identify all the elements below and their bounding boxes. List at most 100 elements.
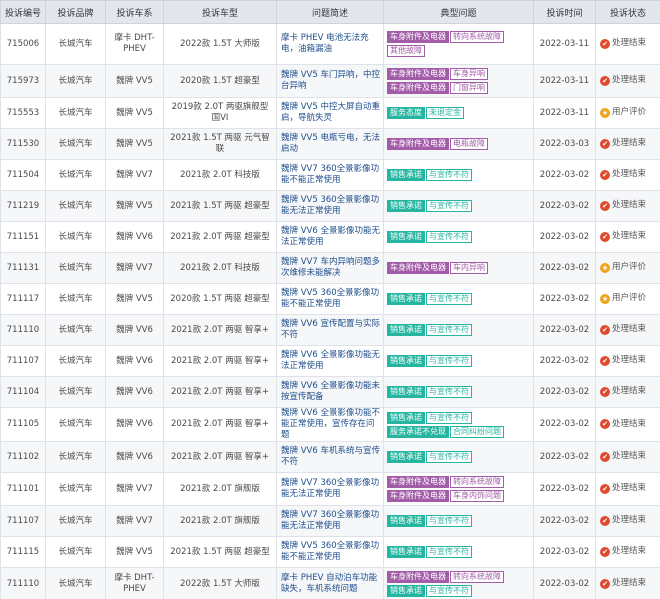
- problem-link[interactable]: 魏牌 VV5 360全景影像功能无法正常使用: [281, 195, 379, 216]
- issue-tag[interactable]: 与宣传不符: [426, 324, 472, 336]
- issue-tag[interactable]: 车内异响: [450, 262, 488, 274]
- table-row[interactable]: 711107 长城汽车 魏牌 VV6 2021款 2.0T 两驱 智享+ 魏牌 VV6 …: [0, 345, 660, 377]
- issue-tag[interactable]: 电瓶故障: [450, 138, 488, 150]
- issue-tag[interactable]: 销售承诺: [387, 411, 425, 424]
- table-row[interactable]: 711107 长城汽车 魏牌 VV7 2021款 2.0T 旗舰版 魏牌 VV7 360…: [0, 505, 660, 537]
- table-row[interactable]: 711104 长城汽车 魏牌 VV6 2021款 2.0T 两驱 智享+ 魏牌 VV6 …: [0, 376, 660, 408]
- table-row[interactable]: 711102 长城汽车 魏牌 VV6 2021款 2.0T 两驱 智享+ 魏牌 VV6 …: [0, 441, 660, 473]
- header-brand: 投诉品牌: [45, 0, 106, 24]
- issue-tag[interactable]: 销售承诺: [387, 515, 425, 527]
- issue-tag[interactable]: 合同纠纷问题: [450, 425, 504, 438]
- table-row[interactable]: 711530 长城汽车 魏牌 VV5 2021款 1.5T 两驱 元气智联 魏牌 VV5…: [0, 128, 660, 160]
- cell-date: 2022-03-02: [533, 314, 596, 346]
- status-text: 处理结束: [612, 138, 647, 148]
- issue-tag[interactable]: 车身附件及电器: [387, 82, 449, 94]
- problem-link[interactable]: 魏牌 VV7 360全景影像功能无法正常使用: [281, 478, 379, 499]
- issue-tag[interactable]: 销售承诺: [387, 293, 425, 305]
- issue-tag[interactable]: 与宣传不符: [426, 200, 472, 212]
- issue-tag[interactable]: 服务承诺不兑现: [387, 425, 449, 438]
- table-row[interactable]: 711117 长城汽车 魏牌 VV5 2020款 1.5T 两驱 超豪型 魏牌 VV5 …: [0, 283, 660, 315]
- cell-id: 711115: [0, 536, 46, 568]
- issue-tag[interactable]: 车身内饰问题: [450, 490, 504, 502]
- problem-link[interactable]: 摩卡 PHEV 自动泊车功能缺失，车机系统问题: [281, 573, 377, 594]
- problem-link[interactable]: 魏牌 VV7 360全景影像功能无法正常使用: [281, 510, 379, 531]
- problem-link[interactable]: 魏牌 VV6 车机系统与宣传不符: [281, 446, 380, 467]
- issue-tag[interactable]: 服务态度: [387, 107, 425, 119]
- cell-id: 711117: [0, 283, 46, 315]
- issue-tag[interactable]: 车身附件及电器: [387, 476, 449, 488]
- issue-tag[interactable]: 门窗异响: [450, 82, 488, 94]
- issue-tag[interactable]: 车身异响: [450, 68, 488, 80]
- problem-link[interactable]: 魏牌 VV5 中控大屏自动重启，导航失灵: [281, 102, 380, 123]
- issue-tag[interactable]: 销售承诺: [387, 386, 425, 398]
- issue-tag[interactable]: 销售承诺: [387, 169, 425, 181]
- issue-tag[interactable]: 销售承诺: [387, 200, 425, 212]
- issue-tag[interactable]: 未退定金: [426, 107, 464, 119]
- table-row[interactable]: 715006 长城汽车 摩卡 DHT-PHEV 2022款 1.5T 大师版 摩卡 PH…: [0, 23, 660, 65]
- issue-tag[interactable]: 车身附件及电器: [387, 490, 449, 502]
- problem-link[interactable]: 魏牌 VV6 全景影像功能未按宣传配备: [281, 381, 380, 402]
- check-circle-icon: ✔: [600, 515, 610, 526]
- cell-model: 2021款 2.0T 两驱 智享+: [163, 407, 277, 442]
- issue-tag[interactable]: 转向系统故障: [450, 31, 504, 43]
- issue-tag[interactable]: 销售承诺: [387, 585, 425, 597]
- issue-tag[interactable]: 车身附件及电器: [387, 262, 449, 274]
- issue-tag[interactable]: 与宣传不符: [426, 411, 472, 424]
- issue-tag[interactable]: 车身附件及电器: [387, 138, 449, 150]
- cell-series: 魏牌 VV5: [105, 536, 164, 568]
- issue-tag[interactable]: 与宣传不符: [426, 169, 472, 181]
- problem-link[interactable]: 魏牌 VV6 宣传配置与实际不符: [281, 319, 380, 340]
- issue-tag[interactable]: 销售承诺: [387, 451, 425, 463]
- issue-tag[interactable]: 与宣传不符: [426, 451, 472, 463]
- cell-brand: 长城汽车: [45, 128, 106, 160]
- issue-tag[interactable]: 车身附件及电器: [387, 31, 449, 43]
- issue-tag[interactable]: 与宣传不符: [426, 585, 472, 597]
- cell-id: 715973: [0, 64, 46, 98]
- table-row[interactable]: 711110 长城汽车 魏牌 VV6 2021款 2.0T 两驱 智享+ 魏牌 VV6 …: [0, 314, 660, 346]
- issue-tag[interactable]: 与宣传不符: [426, 546, 472, 558]
- cell-series: 魏牌 VV6: [105, 314, 164, 346]
- cell-problem: 魏牌 VV5 360全景影像功能不能正常使用: [276, 536, 384, 568]
- issue-tag[interactable]: 转向系统故障: [450, 476, 504, 488]
- table-row[interactable]: 711110 长城汽车 摩卡 DHT-PHEV 2022款 1.5T 大师版 摩卡 PH…: [0, 567, 660, 599]
- table-row[interactable]: 711504 长城汽车 魏牌 VV7 2021款 2.0T 科技版 魏牌 VV7 360…: [0, 159, 660, 191]
- cell-problem: 魏牌 VV7 360全景影像功能无法正常使用: [276, 505, 384, 537]
- problem-link[interactable]: 魏牌 VV5 360全景影像功能不能正常使用: [281, 541, 379, 562]
- issue-tag[interactable]: 其他故障: [387, 45, 425, 57]
- cell-model: 2019款 2.0T 两驱旗舰型 国VI: [163, 97, 277, 129]
- problem-link[interactable]: 魏牌 VV7 360全景影像功能不能正常使用: [281, 164, 379, 185]
- issue-tag[interactable]: 销售承诺: [387, 546, 425, 558]
- table-row[interactable]: 711101 长城汽车 魏牌 VV7 2021款 2.0T 旗舰版 魏牌 VV7 360…: [0, 472, 660, 506]
- table-row[interactable]: 711131 长城汽车 魏牌 VV7 2021款 2.0T 科技版 魏牌 VV7 车内异…: [0, 252, 660, 284]
- cell-model: 2021款 1.5T 两驱 超豪型: [163, 190, 277, 222]
- cell-status: ✔ 处理结束: [595, 472, 660, 506]
- problem-link[interactable]: 魏牌 VV5 车门异响，中控台异响: [281, 70, 380, 91]
- cell-id: 711104: [0, 376, 46, 408]
- problem-link[interactable]: 魏牌 VV6 全景影像功能不能正常使用，宣传存在问题: [281, 409, 380, 441]
- issue-tag[interactable]: 车身附件及电器: [387, 68, 449, 80]
- issue-tag[interactable]: 与宣传不符: [426, 355, 472, 367]
- cell-problem: 摩卡 PHEV 电池无法充电，油箱漏油: [276, 23, 384, 65]
- problem-link[interactable]: 魏牌 VV7 车内异响问题多次维修未能解决: [281, 257, 380, 278]
- problem-link[interactable]: 摩卡 PHEV 电池无法充电，油箱漏油: [281, 33, 369, 54]
- issue-tag[interactable]: 销售承诺: [387, 231, 425, 243]
- table-row[interactable]: 711115 长城汽车 魏牌 VV5 2021款 1.5T 两驱 超豪型 魏牌 VV5 …: [0, 536, 660, 568]
- problem-link[interactable]: 魏牌 VV6 全景影像功能无法正常使用: [281, 226, 380, 247]
- table-row[interactable]: 715973 长城汽车 魏牌 VV5 2020款 1.5T 超豪型 魏牌 VV5 车门异…: [0, 64, 660, 98]
- issue-tag[interactable]: 销售承诺: [387, 355, 425, 367]
- issue-tag[interactable]: 销售承诺: [387, 324, 425, 336]
- problem-link[interactable]: 魏牌 VV5 电瓶亏电，无法启动: [281, 133, 380, 154]
- table-row[interactable]: 711219 长城汽车 魏牌 VV5 2021款 1.5T 两驱 超豪型 魏牌 VV5 …: [0, 190, 660, 222]
- issue-tag[interactable]: 与宣传不符: [426, 293, 472, 305]
- issue-tag[interactable]: 与宣传不符: [426, 515, 472, 527]
- table-row[interactable]: 711105 长城汽车 魏牌 VV6 2021款 2.0T 两驱 智享+ 魏牌 VV6 …: [0, 407, 660, 442]
- issue-tag[interactable]: 与宣传不符: [426, 231, 472, 243]
- issue-tag[interactable]: 车身附件及电器: [387, 571, 449, 583]
- table-row[interactable]: 715553 长城汽车 魏牌 VV5 2019款 2.0T 两驱旗舰型 国VI 魏牌 V…: [0, 97, 660, 129]
- problem-link[interactable]: 魏牌 VV6 全景影像功能无法正常使用: [281, 350, 380, 371]
- issue-tag[interactable]: 转向系统故障: [450, 571, 504, 583]
- table-row[interactable]: 711151 长城汽车 魏牌 VV6 2021款 2.0T 两驱 超豪型 魏牌 VV6 …: [0, 221, 660, 253]
- issue-tag[interactable]: 与宣传不符: [426, 386, 472, 398]
- problem-link[interactable]: 魏牌 VV5 360全景影像功能不能正常使用: [281, 288, 379, 309]
- cell-model: 2021款 2.0T 两驱 超豪型: [163, 221, 277, 253]
